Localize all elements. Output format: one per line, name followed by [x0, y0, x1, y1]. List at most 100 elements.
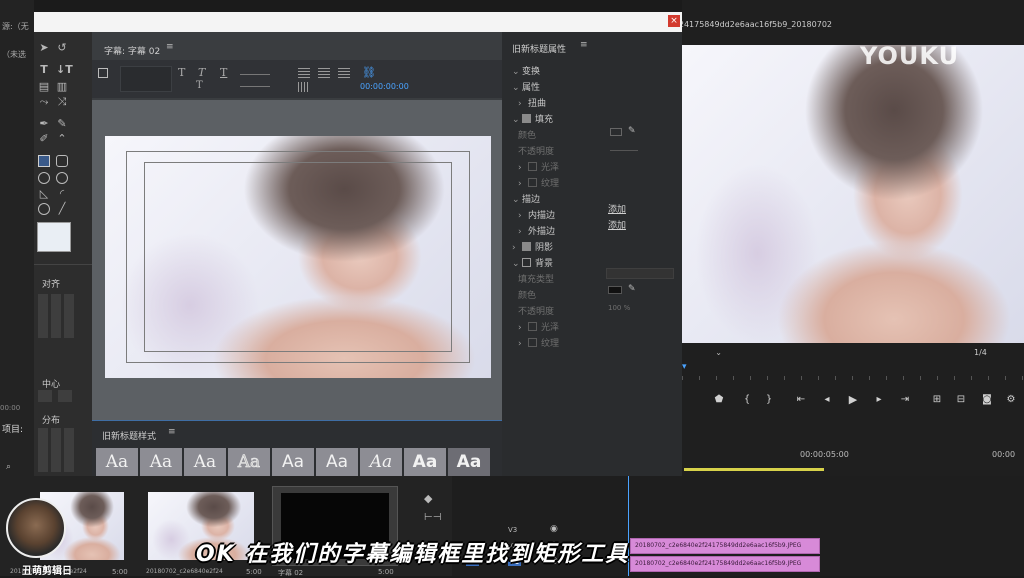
- underline-icon[interactable]: T: [220, 66, 227, 79]
- rounded-rectangle-tool-icon[interactable]: [56, 155, 68, 167]
- style-tile[interactable]: Aa: [316, 448, 358, 476]
- fill-color-picker[interactable]: [610, 128, 622, 136]
- vertical-path-type-tool-icon[interactable]: ⤨: [56, 96, 68, 108]
- style-tile[interactable]: Aa: [184, 448, 226, 476]
- fill-section[interactable]: ⌄ 填充: [512, 112, 553, 126]
- shadow-checkbox[interactable]: [522, 242, 531, 251]
- background-checkbox[interactable]: [522, 258, 531, 267]
- bg-color-swatch[interactable]: [608, 286, 622, 294]
- add-anchor-tool-icon[interactable]: ✎: [56, 118, 68, 130]
- mark-in-icon[interactable]: {: [740, 394, 754, 406]
- bg-sheen-checkbox[interactable]: [528, 322, 537, 331]
- pen-tool-icon[interactable]: ✒: [38, 118, 50, 130]
- rotation-tool-icon[interactable]: ↺: [56, 42, 68, 54]
- lift-icon[interactable]: ⊞: [930, 394, 944, 406]
- style-tile[interactable]: Aa: [272, 448, 314, 476]
- mark-out-icon[interactable]: }: [762, 394, 776, 406]
- step-forward-icon[interactable]: ▸: [872, 394, 886, 406]
- leading-slider[interactable]: [240, 86, 270, 87]
- sheen-row[interactable]: › 光泽: [518, 160, 559, 174]
- search-icon[interactable]: ⌕: [6, 462, 16, 472]
- vertical-area-type-tool-icon[interactable]: ▥: [56, 81, 68, 93]
- ellipse-tool-icon[interactable]: [38, 203, 50, 215]
- path-type-tool-icon[interactable]: ⤳: [38, 96, 50, 108]
- distribute-buttons[interactable]: [38, 428, 74, 472]
- add-inner-stroke-link[interactable]: 添加: [608, 202, 626, 215]
- style-tile[interactable]: Aa: [448, 448, 490, 476]
- panel-menu-icon[interactable]: ≡: [580, 40, 588, 50]
- fit-dropdown[interactable]: ⌄: [686, 348, 722, 358]
- eyedropper-icon[interactable]: ✎: [628, 126, 636, 136]
- bg-sheen-row[interactable]: › 光泽: [518, 320, 559, 334]
- type-tool-icon[interactable]: T: [38, 64, 50, 76]
- go-to-in-icon[interactable]: ⇤: [794, 394, 808, 406]
- bg-opacity-value[interactable]: 100 %: [608, 304, 630, 312]
- bg-texture-checkbox[interactable]: [528, 338, 537, 347]
- timeline-clip[interactable]: 20180702_c2e6840e2f24175849dd2e6aac16f5b…: [630, 556, 820, 572]
- convert-anchor-tool-icon[interactable]: ⌃: [56, 133, 68, 145]
- project-tab[interactable]: 项目:: [2, 422, 23, 435]
- font-family-dropdown[interactable]: [120, 66, 172, 92]
- slip-tool-icon[interactable]: ⊢⊣: [424, 512, 441, 523]
- sheen-checkbox[interactable]: [528, 162, 537, 171]
- text-align-left-icon[interactable]: [298, 68, 310, 78]
- fill-checkbox[interactable]: [522, 114, 531, 123]
- rectangle-tool-icon[interactable]: [38, 155, 50, 167]
- style-tile[interactable]: Aa: [404, 448, 446, 476]
- titler-timecode[interactable]: 00:00:00:00: [360, 82, 409, 91]
- inner-stroke-row[interactable]: › 内描边: [518, 208, 555, 222]
- style-tile[interactable]: Aa: [228, 448, 270, 476]
- text-align-center-icon[interactable]: [318, 68, 330, 78]
- fill-type-dropdown[interactable]: [606, 268, 674, 279]
- fill-opacity-slider[interactable]: [610, 150, 638, 151]
- program-video-frame[interactable]: [682, 45, 1024, 343]
- fill-color-swatch[interactable]: [37, 222, 71, 252]
- eye-icon[interactable]: ◉: [550, 524, 558, 534]
- bold-icon[interactable]: T: [178, 66, 185, 79]
- stroke-section[interactable]: ⌄ 描边: [512, 192, 540, 206]
- line-tool-icon[interactable]: ╱: [56, 203, 68, 215]
- tab-stops-icon[interactable]: [298, 82, 310, 92]
- timeline-clip[interactable]: 20180702_c2e6840e2f24175849dd2e6aac16f5b…: [630, 538, 820, 554]
- new-title-icon[interactable]: [98, 68, 108, 78]
- background-section[interactable]: ⌄ 背景: [512, 256, 553, 270]
- bg-texture-row[interactable]: › 纹理: [518, 336, 559, 350]
- clipped-corner-rectangle-tool-icon[interactable]: [38, 172, 50, 184]
- play-button[interactable]: ▶: [846, 394, 860, 406]
- add-marker-icon[interactable]: ⬟: [712, 394, 726, 406]
- settings-icon[interactable]: ⚙: [1004, 394, 1018, 406]
- eyedropper-icon[interactable]: ✎: [628, 284, 636, 294]
- kerning-slider[interactable]: [240, 74, 270, 75]
- step-back-icon[interactable]: ◂: [820, 394, 834, 406]
- align-buttons[interactable]: [38, 294, 74, 338]
- razor-tool-icon[interactable]: ◆: [424, 492, 432, 505]
- program-scrub-bar[interactable]: [682, 364, 1024, 380]
- extract-icon[interactable]: ⊟: [954, 394, 968, 406]
- panel-menu-icon[interactable]: ≡: [166, 42, 174, 52]
- timeline-work-area[interactable]: [684, 468, 824, 471]
- panel-menu-icon[interactable]: ≡: [168, 427, 176, 437]
- outer-stroke-row[interactable]: › 外描边: [518, 224, 555, 238]
- selection-tool-icon[interactable]: ➤: [38, 42, 50, 54]
- font-size-icon[interactable]: T: [196, 80, 203, 91]
- close-window-button[interactable]: ×: [668, 15, 680, 27]
- texture-row[interactable]: › 纹理: [518, 176, 559, 190]
- resolution-label[interactable]: 1/4: [974, 348, 987, 357]
- rounded-corner-rectangle-tool-icon[interactable]: [56, 172, 68, 184]
- titler-window-titlebar[interactable]: ×: [34, 12, 682, 32]
- center-buttons[interactable]: [38, 390, 74, 402]
- add-outer-stroke-link[interactable]: 添加: [608, 218, 626, 231]
- properties-section[interactable]: ⌄ 属性: [512, 80, 540, 94]
- export-frame-icon[interactable]: ◙: [980, 394, 994, 406]
- show-background-video-icon[interactable]: ⛓: [362, 66, 376, 79]
- texture-checkbox[interactable]: [528, 178, 537, 187]
- wedge-tool-icon[interactable]: ◺: [38, 188, 50, 200]
- vertical-type-tool-icon[interactable]: ↓T: [56, 64, 73, 76]
- shadow-section[interactable]: › 阴影: [512, 240, 553, 254]
- style-tile[interactable]: Aa: [140, 448, 182, 476]
- distort-section[interactable]: › 扭曲: [518, 96, 546, 110]
- area-type-tool-icon[interactable]: ▤: [38, 81, 50, 93]
- style-tile[interactable]: Aa: [96, 448, 138, 476]
- italic-icon[interactable]: T: [198, 66, 205, 79]
- delete-anchor-tool-icon[interactable]: ✐: [38, 133, 50, 145]
